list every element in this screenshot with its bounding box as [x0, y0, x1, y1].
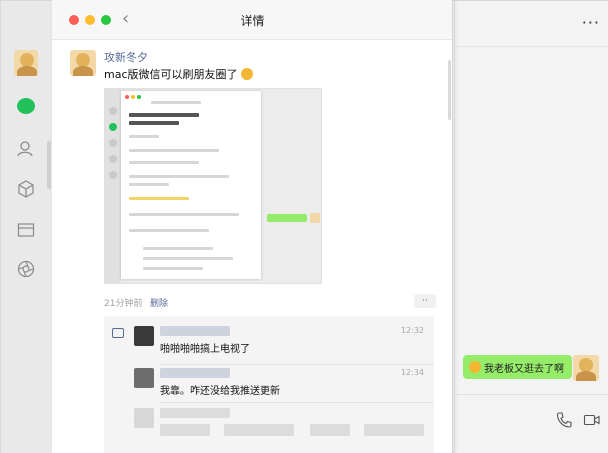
user-avatar[interactable]	[14, 50, 38, 76]
settings-icon[interactable]	[14, 257, 38, 281]
redacted-text	[224, 424, 294, 436]
chat-pane: ··· 我老板又逛去了啊	[454, 1, 608, 453]
comment-item[interactable]: 12:32 啪啪啪啪搞上电视了	[134, 326, 434, 362]
window-icon	[17, 223, 35, 237]
person-icon	[17, 141, 33, 157]
phone-icon[interactable]	[555, 411, 573, 429]
divider	[455, 394, 608, 395]
post-actions-button[interactable]: ··	[414, 294, 436, 308]
left-rail	[1, 1, 53, 453]
image-avatar	[310, 213, 320, 223]
emoji-icon	[469, 361, 481, 373]
chat-bubble-icon	[17, 98, 35, 114]
more-button[interactable]: ···	[582, 13, 600, 32]
post-image[interactable]	[104, 88, 322, 284]
comment-time: 12:32	[400, 326, 424, 335]
redacted-name	[160, 408, 230, 418]
avatar[interactable]	[573, 355, 599, 381]
comment-item[interactable]: 12:34 我靠。咋还没给我推送更新	[134, 368, 434, 404]
commenter-avatar[interactable]	[134, 326, 154, 346]
comment-text: 我靠。咋还没给我推送更新	[160, 386, 280, 397]
video-icon[interactable]	[583, 411, 601, 429]
cube-icon	[18, 180, 34, 198]
post-text-content: mac版微信可以刷朋友圈了	[104, 68, 238, 81]
delete-link[interactable]: 删除	[150, 296, 168, 309]
moments-icon[interactable]	[14, 177, 38, 201]
commenter-avatar[interactable]	[134, 368, 154, 388]
comment-item-redacted[interactable]	[134, 408, 434, 452]
title-bar: ‹ 详情	[52, 0, 452, 40]
image-window	[121, 91, 261, 279]
folder-icon[interactable]	[14, 218, 38, 242]
chat-header: ···	[455, 1, 608, 47]
contacts-icon[interactable]	[14, 137, 38, 161]
chat-icon[interactable]	[14, 94, 38, 118]
post-author-avatar[interactable]	[70, 50, 96, 76]
comment-divider	[160, 364, 434, 365]
post-timestamp: 21分钟前	[104, 299, 143, 309]
avatar	[14, 50, 38, 76]
commenter-name-redacted[interactable]	[160, 326, 230, 336]
detail-scrollbar[interactable]	[448, 60, 451, 120]
image-green-bubble	[267, 214, 307, 222]
sent-message-bubble[interactable]: 我老板又逛去了啊	[463, 355, 572, 379]
commenter-name-redacted[interactable]	[160, 368, 230, 378]
comment-text: 啪啪啪啪搞上电视了	[160, 344, 250, 355]
rail-scrollbar[interactable]	[47, 141, 51, 189]
post-author-name[interactable]: 攻新冬夕	[104, 49, 148, 65]
redacted-text	[364, 424, 424, 436]
comment-divider	[160, 402, 434, 403]
page-title: 详情	[240, 14, 265, 28]
comment-time: 12:34	[400, 368, 424, 377]
commenter-avatar[interactable]	[134, 408, 154, 428]
emoji-icon	[240, 68, 253, 80]
comment-icon	[112, 328, 124, 338]
image-rail	[105, 89, 121, 283]
post-text: mac版微信可以刷朋友圈了	[104, 66, 253, 82]
aperture-icon	[17, 260, 35, 278]
moments-detail-window: ‹ 详情 攻新冬夕 mac版微信可以刷朋友圈了 21分钟前 删除 ·· 12:3…	[52, 0, 453, 453]
comments-area: 12:32 啪啪啪啪搞上电视了 12:34 我靠。咋还没给我推送更新	[104, 316, 434, 453]
message-text: 我老板又逛去了啊	[484, 363, 564, 375]
redacted-text	[310, 424, 350, 436]
redacted-text	[160, 424, 210, 436]
